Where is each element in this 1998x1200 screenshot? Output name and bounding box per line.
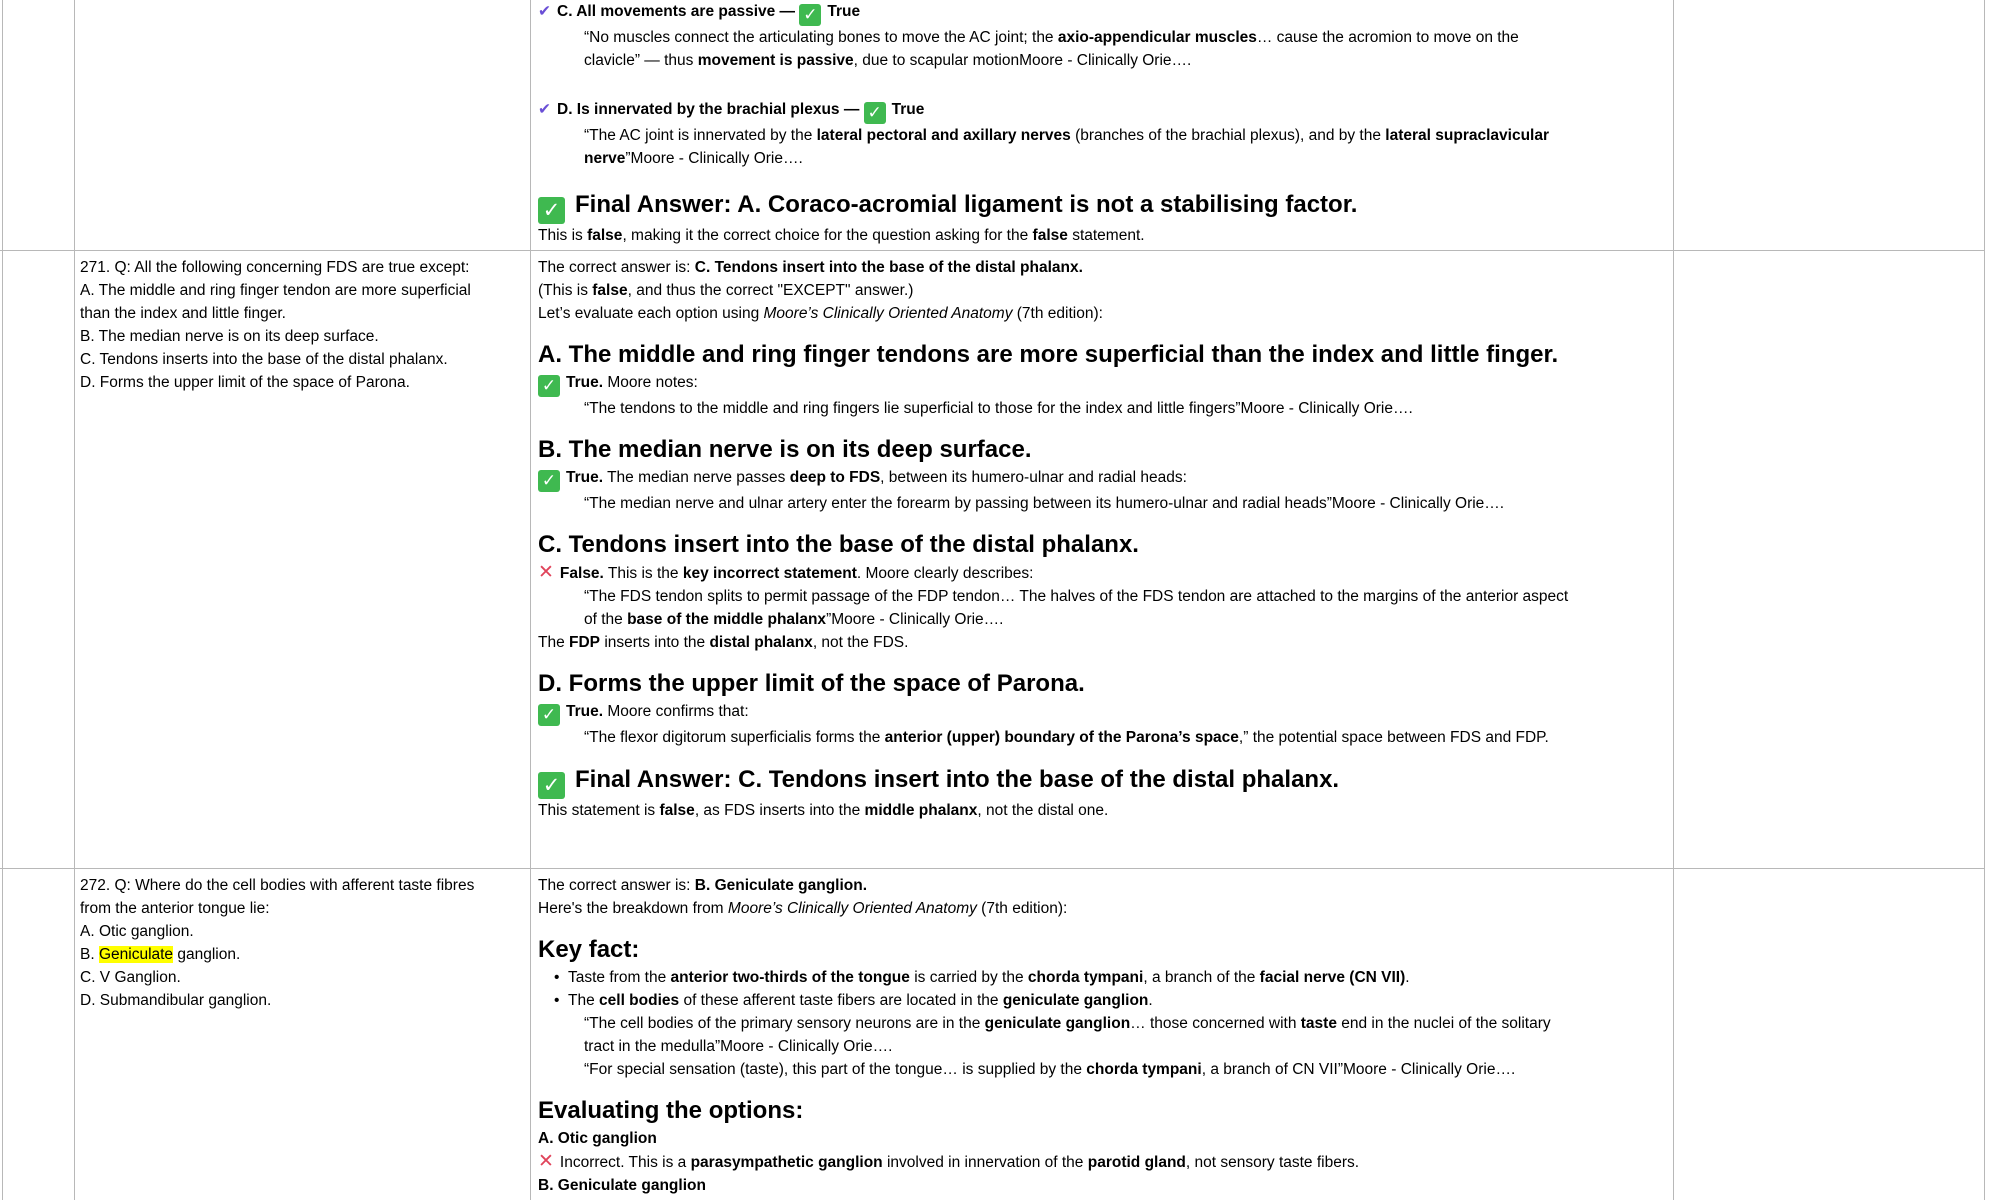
question-text: 272. Q: Where do the cell bodies with af… (80, 877, 475, 894)
option-a-heading: A. The middle and ring finger tendons ar… (538, 341, 1559, 368)
question-option: than the index and little finger. (80, 305, 286, 322)
list-item: Taste from the anterior two-thirds of th… (538, 966, 1666, 989)
final-answer-heading: ✓ Final Answer: A. Coraco-acromial ligame… (538, 188, 1666, 224)
question-option: D. Forms the upper limit of the space of… (80, 374, 410, 391)
answer-cell-prev: ✔ C. All movements are passive — ✓ True “N… (538, 0, 1666, 247)
option-d-heading: D. Forms the upper limit of the space of… (538, 670, 1085, 697)
question-option: D. Submandibular ganglion. (80, 992, 272, 1009)
question-option: C. V Ganglion. (80, 969, 181, 986)
option-d-heading: D. Is innervated by the brachial plexus … (557, 101, 860, 118)
quote: of the base of the middle phalanx”Moore … (584, 611, 1004, 628)
green-check-icon: ✓ (863, 102, 886, 124)
quote: “For special sensation (taste), this par… (584, 1061, 1516, 1078)
quote: “The flexor digitorum superficialis form… (584, 729, 1549, 746)
question-text: 271. Q: All the following concerning FDS… (80, 259, 470, 276)
red-cross-icon: ✕ (538, 562, 554, 583)
eval-option-heading: A. Otic ganglion (538, 1130, 657, 1147)
option-c-heading: C. Tendons insert into the base of the d… (538, 531, 1139, 558)
question-option: A. The middle and ring finger tendon are… (80, 282, 471, 299)
green-check-icon: ✓ (538, 197, 565, 224)
question-option: A. Otic ganglion. (80, 923, 194, 940)
quote: “The median nerve and ulnar artery enter… (584, 495, 1505, 512)
table-column-divider (1673, 0, 1674, 1200)
red-cross-icon: ✕ (538, 1151, 554, 1172)
final-answer-heading: ✓ Final Answer: C. Tendons insert into th… (538, 763, 1666, 799)
verdict: True (827, 3, 861, 20)
quote: “The cell bodies of the primary sensory … (584, 1015, 1551, 1032)
green-check-icon: ✓ (538, 772, 565, 799)
question-option: B. The median nerve is on its deep surfa… (80, 328, 379, 345)
question-option: B. Geniculate ganglion. (80, 946, 241, 963)
question-option: C. Tendons inserts into the base of the … (80, 351, 448, 368)
quote: clavicle” — thus movement is passive, du… (584, 52, 1192, 69)
final-answer-note: This statement is false, as FDS inserts … (538, 802, 1109, 819)
table-border-left (2, 0, 3, 1200)
table-border-right (1984, 0, 1985, 1200)
highlighted-text: Geniculate (98, 946, 174, 963)
correct-answer: The correct answer is: B. Geniculate gan… (538, 877, 868, 894)
green-check-icon: ✓ (538, 704, 560, 726)
table-column-divider (74, 0, 75, 1200)
purple-check-icon: ✔ (538, 3, 551, 20)
answer-cell-272: The correct answer is: B. Geniculate gan… (538, 874, 1666, 1200)
document-table: ✔ C. All movements are passive — ✓ True “N… (0, 0, 1998, 1200)
verdict: True (891, 101, 925, 118)
list-item: The cell bodies of these afferent taste … (538, 989, 1666, 1012)
quote: “No muscles connect the articulating bon… (584, 29, 1519, 46)
answer-cell-271: The correct answer is: C. Tendons insert… (538, 256, 1666, 822)
quote: “The tendons to the middle and ring fing… (584, 400, 1413, 417)
table-row-divider (0, 868, 1985, 869)
quote: “The AC joint is innervated by the later… (584, 127, 1550, 144)
question-text: from the anterior tongue lie: (80, 900, 270, 917)
final-answer-note: This is false, making it the correct cho… (538, 227, 1145, 244)
key-fact-heading: Key fact: (538, 936, 640, 963)
question-cell-272: 272. Q: Where do the cell bodies with af… (80, 874, 522, 1012)
option-b-heading: B. The median nerve is on its deep surfa… (538, 436, 1032, 463)
table-column-divider (530, 0, 531, 1200)
quote: “The FDS tendon splits to permit passage… (584, 588, 1569, 605)
green-check-icon: ✓ (799, 4, 822, 26)
green-check-icon: ✓ (538, 375, 560, 397)
option-c-heading: C. All movements are passive — (557, 3, 796, 20)
evaluating-heading: Evaluating the options: (538, 1097, 804, 1124)
question-cell-271: 271. Q: All the following concerning FDS… (80, 256, 522, 394)
table-row-divider (0, 250, 1985, 251)
quote: nerve”Moore - Clinically Orie…. (584, 150, 803, 167)
quote: tract in the medulla”Moore - Clinically … (584, 1038, 893, 1055)
eval-option-heading: B. Geniculate ganglion (538, 1177, 706, 1194)
correct-answer: The correct answer is: C. Tendons insert… (538, 259, 1083, 276)
purple-check-icon: ✔ (538, 101, 551, 118)
green-check-icon: ✓ (538, 470, 560, 492)
